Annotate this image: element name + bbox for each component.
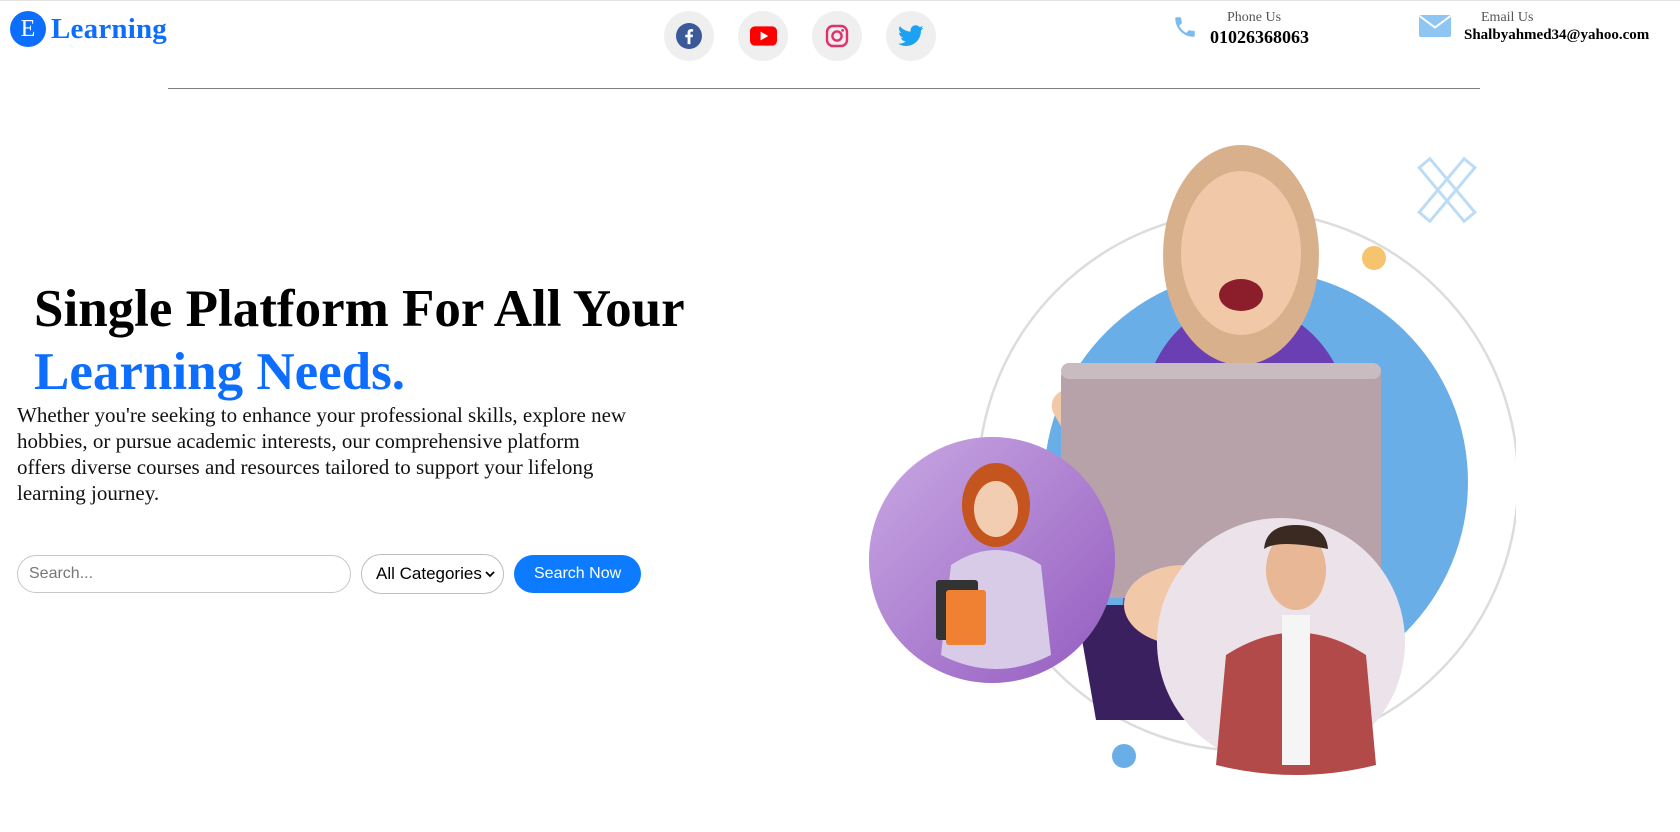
phone-contact[interactable]: Phone Us 01026368063	[1172, 10, 1309, 48]
facebook-icon	[676, 23, 702, 49]
instagram-icon	[825, 24, 849, 48]
category-select[interactable]: All Categories	[361, 554, 504, 594]
orange-dot	[1362, 246, 1386, 270]
phone-number[interactable]: 01026368063	[1210, 27, 1309, 48]
social-links	[664, 11, 936, 61]
header-divider	[168, 88, 1480, 89]
top-border	[0, 0, 1680, 1]
search-input[interactable]	[17, 555, 351, 593]
chevron-down-icon	[485, 571, 495, 578]
left-student-avatar	[869, 437, 1115, 683]
email-label: Email Us	[1481, 10, 1534, 25]
hero-illustration	[869, 145, 1516, 775]
phone-text: Phone Us 01026368063	[1210, 10, 1309, 48]
brand-logo[interactable]: E Learning	[10, 11, 167, 47]
email-text: Email Us Shalbyahmed34@yahoo.com	[1464, 10, 1649, 44]
phone-icon	[1175, 17, 1195, 37]
brand-badge: E	[10, 11, 46, 47]
hero-headline: Single Platform For All Your Learning Ne…	[34, 278, 685, 404]
hero-headline-main: Single Platform For All Your	[34, 280, 685, 338]
blue-dot	[1112, 744, 1136, 768]
email-contact[interactable]: Email Us Shalbyahmed34@yahoo.com	[1418, 10, 1649, 44]
brand-name: Learning	[51, 12, 167, 45]
category-selected-value: All Categories	[376, 564, 482, 583]
twitter-icon	[898, 25, 924, 46]
right-student-avatar	[1157, 518, 1405, 775]
email-address[interactable]: Shalbyahmed34@yahoo.com	[1464, 27, 1649, 44]
search-button[interactable]: Search Now	[514, 555, 642, 593]
hero-description: Whether you're seeking to enhance your p…	[17, 403, 627, 505]
hero-headline-accent: Learning Needs.	[34, 343, 405, 401]
search-bar: All Categories Search Now	[17, 554, 642, 594]
facebook-link[interactable]	[664, 11, 714, 61]
envelope-icon	[1418, 15, 1452, 37]
youtube-icon	[749, 26, 777, 46]
ruler-pencil-icon	[1417, 156, 1477, 224]
instagram-link[interactable]	[812, 11, 862, 61]
youtube-link[interactable]	[738, 11, 788, 61]
twitter-link[interactable]	[886, 11, 936, 61]
phone-label: Phone Us	[1227, 10, 1282, 25]
